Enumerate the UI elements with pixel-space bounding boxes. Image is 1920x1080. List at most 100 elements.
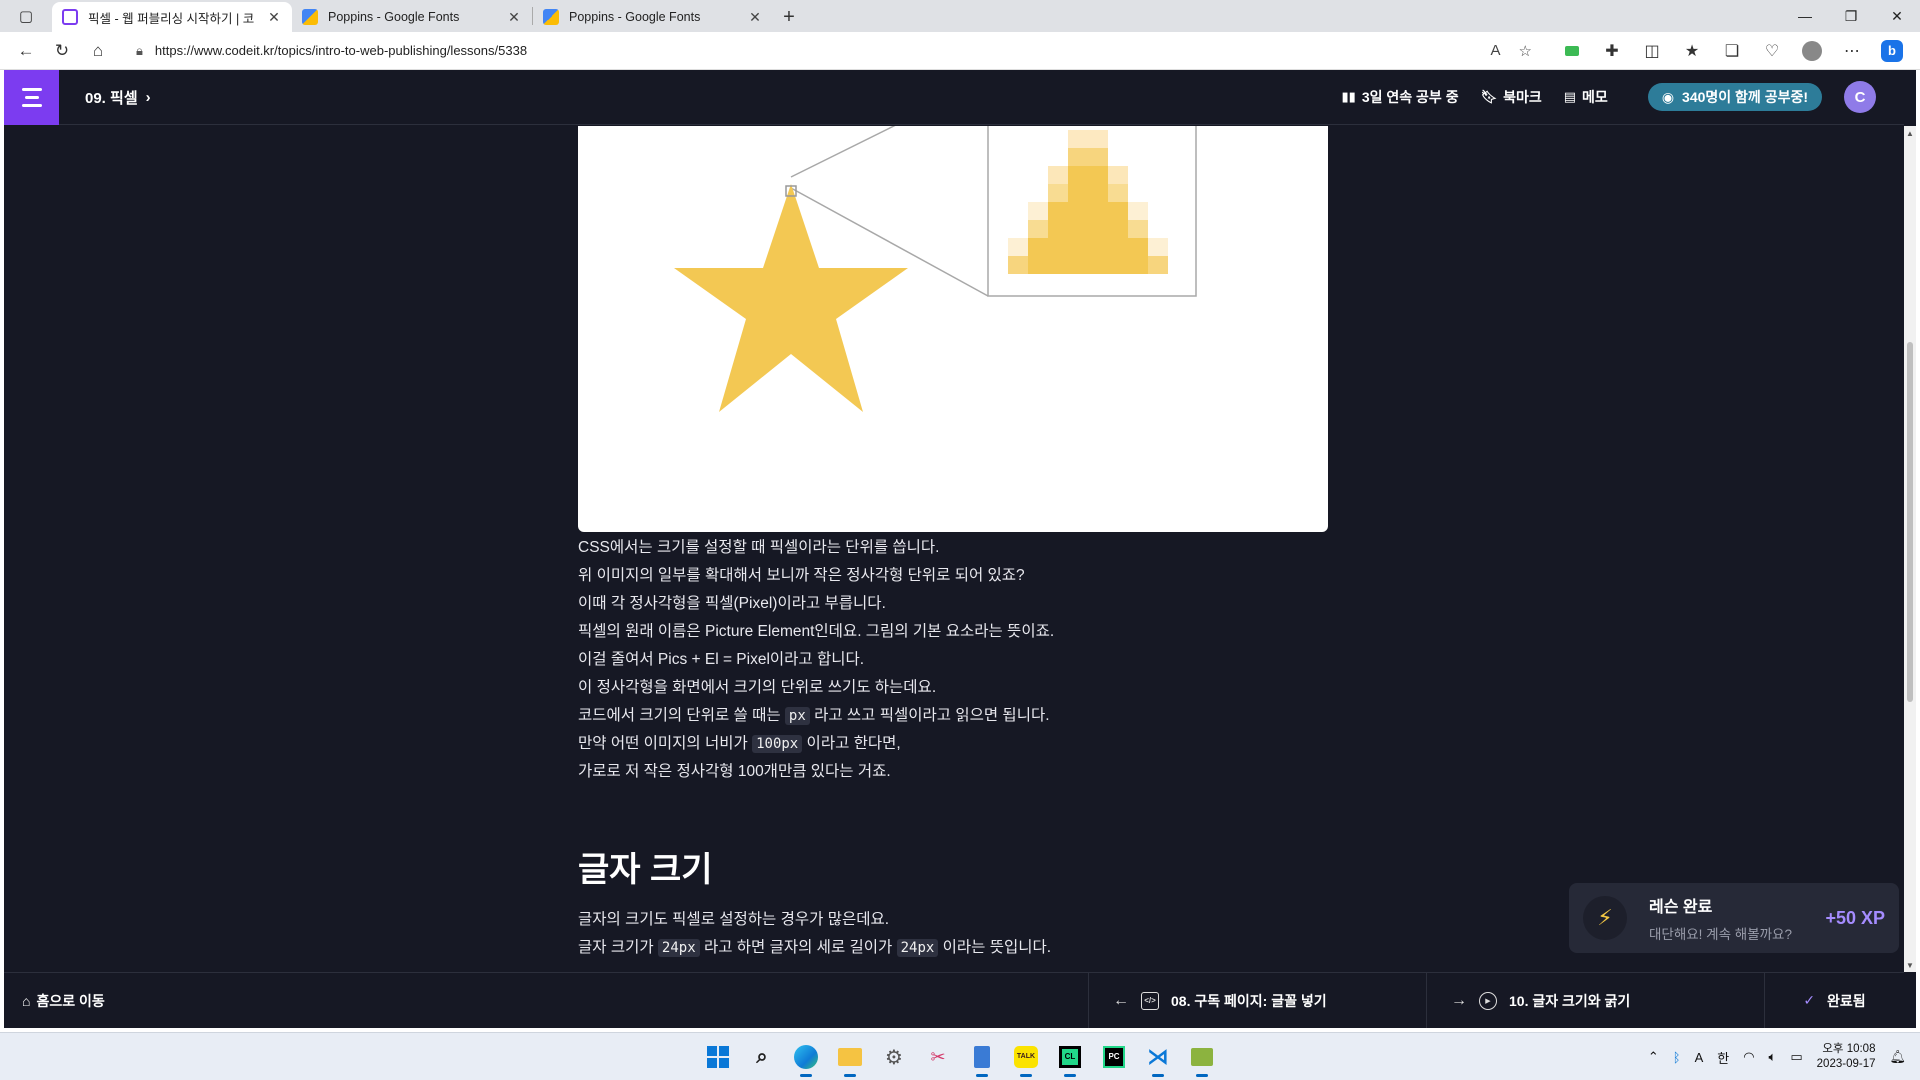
restore-icon[interactable]: ❐: [1828, 0, 1874, 32]
volume-icon[interactable]: 🔈︎: [1769, 1049, 1777, 1065]
streak-button[interactable]: ▮▮ 3일 연속 공부 중: [1342, 87, 1459, 107]
address-bar: ← ↻ ⌂ 🔒︎ https://www.codeit.kr/topics/in…: [0, 32, 1920, 70]
star-zoom-svg: [674, 126, 1197, 412]
studying-count: 340명이 함께 공부중!: [1682, 89, 1808, 105]
tab-google-fonts-2[interactable]: Poppins - Google Fonts ✕: [533, 2, 773, 32]
new-tab-button[interactable]: +: [773, 2, 805, 32]
tab-title: Poppins - Google Fonts: [328, 10, 460, 24]
text: 코드에서 크기의 단위로 쓸 때는: [578, 707, 785, 724]
tab-close-icon[interactable]: ✕: [506, 9, 522, 26]
lesson-paragraph-font-size: 글자의 크기도 픽셀로 설정하는 경우가 많은데요. 글자 크기가 24px 라…: [578, 906, 1338, 962]
scroll-up-icon[interactable]: ▲: [1904, 126, 1916, 140]
zoom-line-top: [790, 126, 896, 178]
favorites-icon[interactable]: ★: [1672, 35, 1712, 67]
completed-button[interactable]: ✓ 완료됨: [1764, 972, 1904, 1028]
url-field[interactable]: 🔒︎ https://www.codeit.kr/topics/intro-to…: [124, 36, 1544, 66]
text-line: 위 이미지의 일부를 확대해서 보니까 작은 정사각형 단위로 되어 있죠?: [578, 567, 1025, 584]
notepad-icon[interactable]: [964, 1039, 1000, 1077]
more-menu-icon[interactable]: ⋯: [1832, 35, 1872, 67]
vscode-icon[interactable]: ⋊: [1140, 1039, 1176, 1077]
bookmark-label: 북마크: [1503, 89, 1542, 105]
kakaotalk-icon[interactable]: TALK: [1008, 1039, 1044, 1077]
clion-icon[interactable]: CL: [1052, 1039, 1088, 1077]
home-icon[interactable]: ⌂: [80, 35, 116, 67]
snipping-tool-icon[interactable]: ✂: [920, 1039, 956, 1075]
url-text[interactable]: https://www.codeit.kr/topics/intro-to-we…: [155, 43, 1473, 58]
previous-lesson-label: 08. 구독 페이지: 글꼴 넣기: [1171, 992, 1327, 1009]
lesson-complete-toast[interactable]: ⚡︎ 레슨 완료 대단해요! 계속 해볼까요? +50 XP: [1569, 883, 1899, 953]
start-icon[interactable]: [700, 1039, 736, 1075]
taskbar-apps: ⌕ ⚙ ✂ TALK CL PC ⋊: [700, 1033, 1220, 1080]
battery-icon[interactable]: ▭: [1790, 1049, 1802, 1065]
text: 글자 크기가: [578, 939, 658, 956]
tab-close-icon[interactable]: ✕: [747, 9, 763, 26]
pixel-illustration: [578, 126, 1328, 532]
bookmark-button[interactable]: 🔖︎ 북마크: [1481, 87, 1542, 107]
chapter-breadcrumb[interactable]: 09. 픽셀 ›: [85, 87, 151, 108]
ime-mode-a[interactable]: A: [1695, 1050, 1704, 1065]
profile-icon[interactable]: [1792, 35, 1832, 67]
folder-app-icon[interactable]: [1184, 1039, 1220, 1077]
memo-button[interactable]: ▤ 메모: [1564, 87, 1608, 107]
workspaces-icon[interactable]: ▢: [0, 0, 52, 32]
lock-icon[interactable]: 🔒︎: [136, 43, 143, 59]
menu-icon[interactable]: [4, 70, 59, 125]
collections-icon[interactable]: ❏: [1712, 35, 1752, 67]
edge-icon[interactable]: [788, 1039, 824, 1077]
copilot-icon[interactable]: b: [1872, 35, 1912, 67]
favorite-star-icon[interactable]: ☆: [1519, 42, 1532, 60]
pycharm-icon[interactable]: PC: [1096, 1039, 1132, 1075]
previous-lesson-button[interactable]: ← </> 08. 구독 페이지: 글꼴 넣기: [1088, 972, 1426, 1028]
tab-google-fonts-1[interactable]: Poppins - Google Fonts ✕: [292, 2, 532, 32]
lesson-footer: ⌂ 홈으로 이동 ← </> 08. 구독 페이지: 글꼴 넣기 → ▶ 10.…: [4, 972, 1904, 1028]
windows-taskbar: ⌕ ⚙ ✂ TALK CL PC ⋊ ⌃ ᛒ A 한 ◠ 🔈︎ ▭ 오후 10:…: [0, 1032, 1920, 1080]
wifi-icon[interactable]: ◠: [1743, 1049, 1754, 1065]
notification-icon[interactable]: 🔔︎: [1889, 1049, 1906, 1065]
tab-close-icon[interactable]: ✕: [266, 9, 282, 26]
star-icon: [674, 184, 908, 412]
bluetooth-icon[interactable]: ᛒ: [1673, 1050, 1681, 1065]
inline-code: 100px: [752, 735, 803, 753]
read-aloud-icon[interactable]: A: [1491, 42, 1501, 59]
home-label: 홈으로 이동: [36, 992, 105, 1009]
text-line-24px: 글자 크기가 24px 라고 하면 글자의 세로 길이가 24px 이라는 뜻입…: [578, 934, 1338, 962]
text: 이라는 뜻입니다.: [938, 939, 1052, 956]
minimize-icon[interactable]: —: [1782, 0, 1828, 32]
xp-reward: +50 XP: [1825, 907, 1885, 928]
scroll-down-icon[interactable]: ▼: [1904, 958, 1916, 972]
clock[interactable]: 오후 10:08 2023-09-17: [1817, 1042, 1876, 1072]
text-line: 이 정사각형을 화면에서 크기의 단위로 쓰기도 하는데요.: [578, 679, 937, 696]
codeit-favicon-icon: [62, 9, 78, 25]
tab-codeit[interactable]: 픽셀 - 웹 퍼블리싱 시작하기 | 코 ✕: [52, 2, 292, 32]
page-scrollbar[interactable]: ▲ ▼: [1904, 126, 1916, 972]
back-icon[interactable]: ←: [8, 35, 44, 67]
play-icon: ▶: [1479, 991, 1497, 1010]
studying-together-badge[interactable]: ◉ 340명이 함께 공부중!: [1647, 83, 1822, 111]
text-line: 글자의 크기도 픽셀로 설정하는 경우가 많은데요.: [578, 911, 890, 928]
next-lesson-button[interactable]: → ▶ 10. 글자 크기와 굵기: [1426, 972, 1764, 1028]
refresh-icon[interactable]: ↻: [44, 35, 80, 67]
eye-icon: ◉: [1661, 88, 1675, 105]
close-window-icon[interactable]: ✕: [1874, 0, 1920, 32]
split-screen-icon[interactable]: ◫: [1632, 35, 1672, 67]
next-lesson-label: 10. 글자 크기와 굵기: [1509, 992, 1631, 1009]
chevron-up-icon[interactable]: ⌃: [1648, 1049, 1659, 1065]
scroll-thumb[interactable]: [1907, 342, 1913, 702]
web-page: 09. 픽셀 › ▮▮ 3일 연속 공부 중 🔖︎ 북마크 ▤ 메모 ◉ 340…: [4, 70, 1916, 1028]
file-explorer-icon[interactable]: [832, 1039, 868, 1077]
toast-subtitle: 대단해요! 계속 해볼까요?: [1649, 927, 1792, 942]
lesson-paragraph-pixels: CSS에서는 크기를 설정할 때 픽셀이라는 단위를 씁니다. 위 이미지의 일…: [578, 534, 1338, 786]
avatar[interactable]: C: [1844, 81, 1876, 113]
extensions-icon[interactable]: ✚: [1592, 35, 1632, 67]
search-icon[interactable]: ⌕: [744, 1039, 780, 1075]
completed-label: 완료됨: [1827, 992, 1866, 1009]
text: 만약 어떤 이미지의 너비가: [578, 735, 753, 752]
tab-title: Poppins - Google Fonts: [569, 10, 701, 24]
lightning-icon: ⚡︎: [1583, 896, 1627, 940]
home-button[interactable]: ⌂ 홈으로 이동: [22, 991, 105, 1011]
settings-icon[interactable]: ⚙: [876, 1039, 912, 1075]
ime-mode-han[interactable]: 한: [1717, 1048, 1729, 1067]
extension-green-icon[interactable]: [1552, 35, 1592, 67]
memo-label: 메모: [1582, 89, 1608, 105]
browser-essentials-icon[interactable]: ♡: [1752, 35, 1792, 67]
